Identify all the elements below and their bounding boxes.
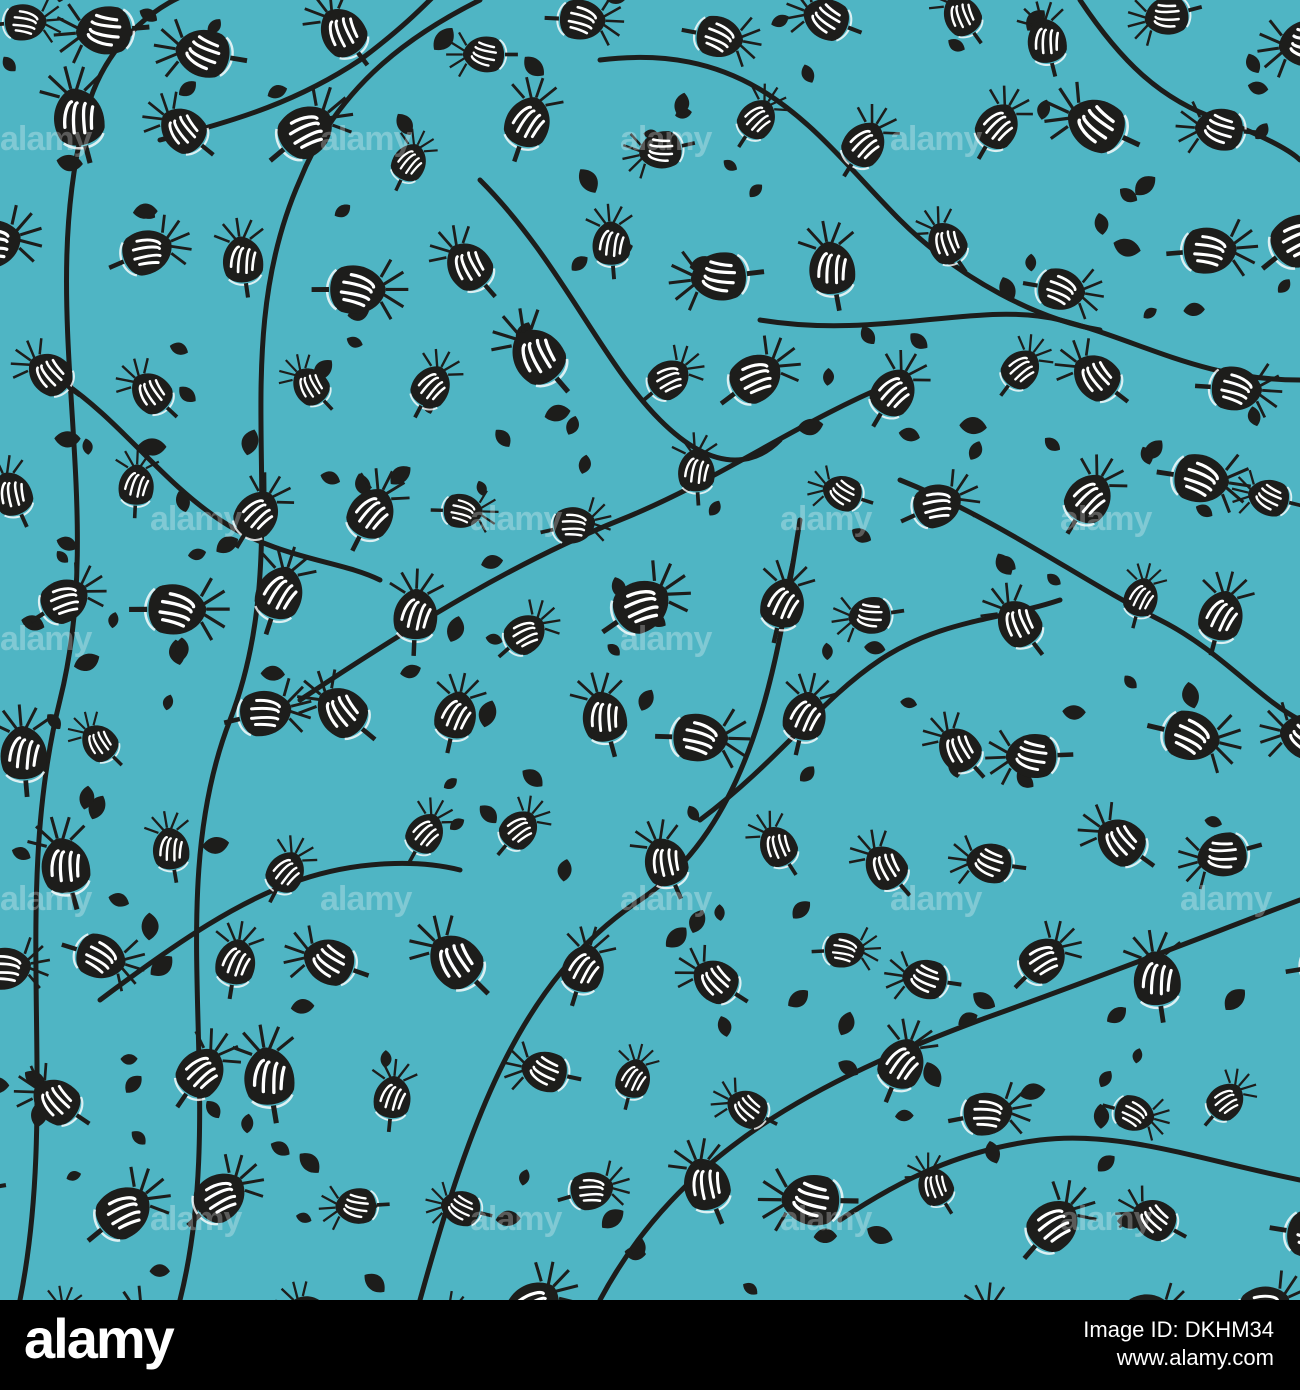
alamy-logo: alamy [24, 1307, 175, 1370]
rosebud-pattern-svg [0, 0, 1300, 1300]
site-url[interactable]: www.alamy.com [714, 1344, 1274, 1372]
image-id-label: Image ID: DKHM34 [1083, 1317, 1274, 1342]
rosebud-pattern-image [0, 0, 1300, 1300]
footer-bar: alamy Image ID: DKHM34 www.alamy.com [0, 1300, 1300, 1390]
footer-info: Image ID: DKHM34 www.alamy.com [714, 1316, 1274, 1372]
